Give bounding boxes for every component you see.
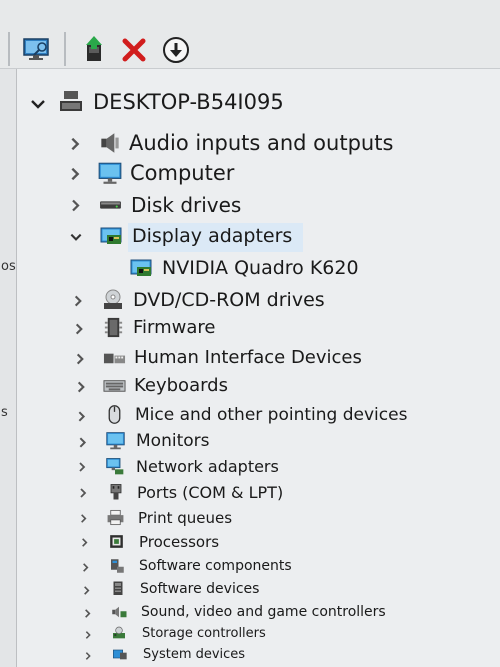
device-tree-root[interactable]: DESKTOP-B54I095 xyxy=(93,90,284,114)
monitor-icon xyxy=(97,160,123,186)
computer-root-icon xyxy=(57,88,85,116)
port-icon xyxy=(106,482,126,502)
chevron-right-icon[interactable] xyxy=(72,378,90,396)
chevron-right-icon[interactable] xyxy=(79,583,94,598)
chevron-right-icon[interactable] xyxy=(65,134,85,154)
scan-hardware-button[interactable] xyxy=(20,34,52,66)
chevron-right-icon[interactable] xyxy=(70,320,88,338)
chevron-right-icon[interactable] xyxy=(80,606,95,621)
device-category[interactable]: Audio inputs and outputs xyxy=(129,131,393,155)
chevron-right-icon[interactable] xyxy=(81,628,95,642)
left-pane-text: os xyxy=(1,259,16,274)
chevron-right-icon[interactable] xyxy=(73,408,90,425)
device-category[interactable]: Print queues xyxy=(138,509,232,527)
chevron-right-icon[interactable] xyxy=(65,164,85,184)
device-category[interactable]: Processors xyxy=(139,533,219,551)
dvd-icon xyxy=(101,288,125,312)
keyboard-icon xyxy=(103,374,126,397)
device-category[interactable]: Firmware xyxy=(133,317,216,338)
network-icon xyxy=(105,456,125,476)
uninstall-device-button[interactable] xyxy=(118,34,150,66)
display-adapter-icon xyxy=(99,224,123,248)
device-category[interactable]: Software devices xyxy=(140,581,259,597)
update-driver-icon xyxy=(86,36,102,61)
device-tree: DESKTOP-B54I095 Audio inputs and outputs… xyxy=(17,69,500,667)
chevron-down-icon[interactable] xyxy=(27,93,49,115)
device-category[interactable]: DVD/CD-ROM drives xyxy=(133,289,325,311)
disk-drive-icon xyxy=(98,192,123,217)
device-category[interactable]: Human Interface Devices xyxy=(134,347,362,368)
monitor-icon xyxy=(105,430,126,451)
chevron-right-icon[interactable] xyxy=(66,196,85,215)
red-x-icon xyxy=(122,38,146,62)
chevron-right-icon[interactable] xyxy=(74,459,90,475)
printer-icon xyxy=(106,508,125,527)
toolbar-separator xyxy=(8,32,10,66)
device-category[interactable]: System devices xyxy=(143,647,245,662)
storage-icon xyxy=(111,625,127,641)
left-pane: os s xyxy=(0,69,17,667)
chevron-right-icon[interactable] xyxy=(81,649,95,663)
device-category[interactable]: Ports (COM & LPT) xyxy=(137,483,283,502)
sound-icon xyxy=(110,603,128,621)
download-button[interactable] xyxy=(160,34,192,66)
download-circle-icon xyxy=(163,37,189,63)
chevron-right-icon[interactable] xyxy=(74,434,91,451)
chevron-down-icon[interactable] xyxy=(67,228,85,246)
device-item[interactable]: NVIDIA Quadro K620 xyxy=(162,257,359,279)
chevron-right-icon[interactable] xyxy=(78,560,93,575)
hid-icon xyxy=(103,346,126,369)
system-icon xyxy=(112,646,128,662)
device-category[interactable]: Display adapters xyxy=(132,225,292,247)
toolbar xyxy=(0,0,500,69)
update-driver-button[interactable] xyxy=(78,34,110,66)
device-category[interactable]: Disk drives xyxy=(131,193,241,217)
speaker-icon xyxy=(97,130,123,156)
device-category[interactable]: Network adapters xyxy=(136,457,279,476)
chevron-right-icon[interactable] xyxy=(71,350,89,368)
software-device-icon xyxy=(109,580,127,598)
device-category[interactable]: Sound, video and game controllers xyxy=(141,604,386,620)
left-pane-text: s xyxy=(1,405,8,420)
device-category[interactable]: Keyboards xyxy=(134,375,228,396)
device-category[interactable]: Mice and other pointing devices xyxy=(135,405,407,425)
chevron-right-icon[interactable] xyxy=(75,485,91,501)
processor-icon xyxy=(107,532,126,551)
chevron-right-icon[interactable] xyxy=(76,511,91,526)
software-component-icon xyxy=(108,557,126,575)
mouse-icon xyxy=(104,404,125,425)
device-category[interactable]: Computer xyxy=(130,161,234,185)
firmware-icon xyxy=(102,316,125,339)
chevron-right-icon[interactable] xyxy=(69,292,87,310)
device-category[interactable]: Monitors xyxy=(136,431,209,451)
chevron-right-icon[interactable] xyxy=(77,535,92,550)
monitor-scan-icon xyxy=(23,38,49,60)
device-category[interactable]: Software components xyxy=(139,558,292,574)
device-category[interactable]: Storage controllers xyxy=(142,626,266,641)
toolbar-separator xyxy=(64,32,66,66)
display-adapter-icon xyxy=(129,256,153,280)
